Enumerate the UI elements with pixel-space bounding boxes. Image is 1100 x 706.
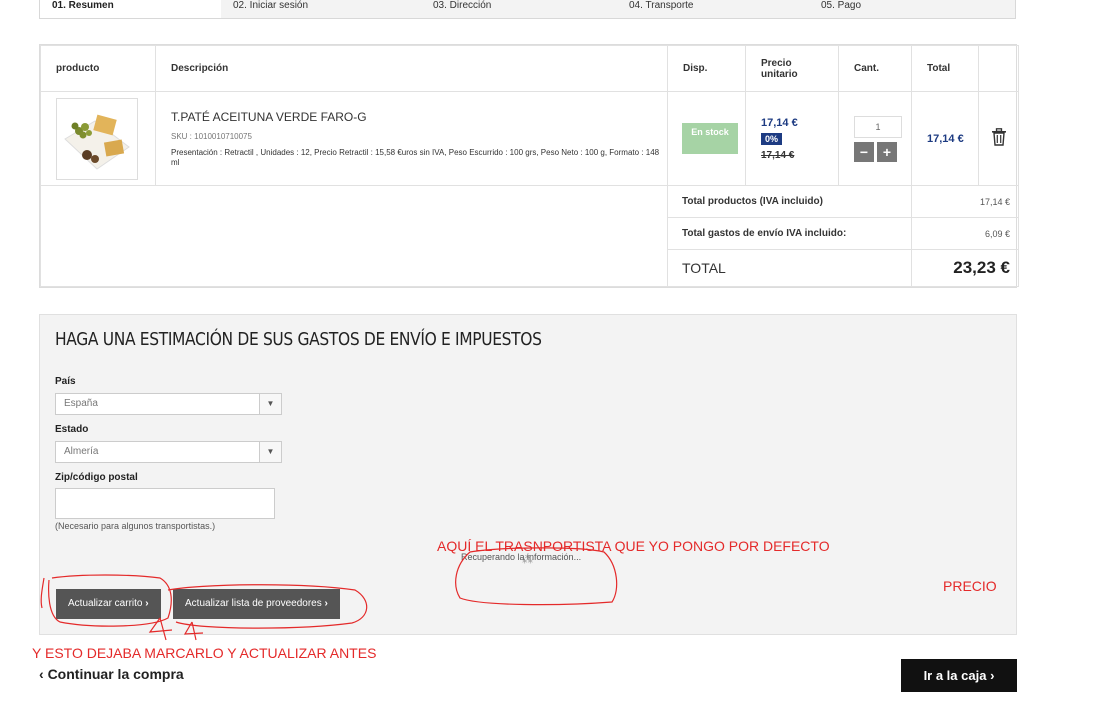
cart-item-row: T.PATÉ ACEITUNA VERDE FARO-G SKU : 10100… <box>40 91 1019 186</box>
update-carriers-label: Actualizar lista de proveedores <box>185 598 322 609</box>
cart-header-row: producto Descripción Disp. Precio unitar… <box>40 45 1019 92</box>
discount-badge: 0% <box>761 132 783 145</box>
product-image[interactable] <box>56 97 138 180</box>
checkout-steps: 01. Resumen 02. Iniciar sesión 03. Direc… <box>39 0 1016 19</box>
checkout-label: Ir a la caja <box>923 668 987 683</box>
chevron-left-icon: ‹ <box>39 666 48 682</box>
product-photo-icon <box>57 98 137 179</box>
summary-products-row: Total productos (IVA incluido) 17,14 € <box>40 185 1019 287</box>
country-select-value: España <box>64 398 98 409</box>
header-availability: Disp. <box>667 45 746 92</box>
annotation-carrier-note: AQUÍ EL TRASNPORTISTA QUE YO PONGO POR D… <box>437 538 830 554</box>
step-shipping[interactable]: 04. Transporte <box>617 0 809 18</box>
step-login[interactable]: 02. Iniciar sesión <box>221 0 421 18</box>
chevron-down-icon: ▼ <box>259 442 281 462</box>
old-price: 17,14 € <box>761 149 795 161</box>
annotation-price-note: PRECIO <box>943 578 997 594</box>
state-select-value: Almería <box>64 446 99 457</box>
quantity-input[interactable]: 1 <box>854 115 902 138</box>
chevron-right-icon: › <box>324 598 328 609</box>
chevron-down-icon: ▼ <box>259 394 281 414</box>
continue-shopping-link[interactable]: ‹ Continuar la compra <box>39 666 184 682</box>
checkout-button[interactable]: Ir a la caja › <box>901 659 1017 692</box>
header-empty <box>978 45 1019 92</box>
zip-hint: (Necesario para algunos transportistas.) <box>55 521 216 531</box>
state-select[interactable]: Almería ▼ <box>55 441 282 463</box>
continue-shopping-label: Continuar la compra <box>47 666 184 682</box>
cart-table: producto Descripción Disp. Precio unitar… <box>39 44 1019 288</box>
quantity-increase-button[interactable]: + <box>877 141 897 162</box>
product-attributes: Presentación : Retractil , Unidades : 12… <box>171 147 660 167</box>
country-select[interactable]: España ▼ <box>55 393 282 415</box>
header-unit-price: Precio unitario <box>745 45 839 92</box>
grand-total-label: TOTAL <box>667 249 912 287</box>
trash-icon[interactable] <box>991 128 1007 146</box>
unit-price: 17,14 € <box>761 116 798 129</box>
shipping-estimate-panel: HAGA UNA ESTIMACIÓN DE SUS GASTOS DE ENV… <box>39 314 1017 635</box>
grand-total-value: 23,23 € <box>911 249 1019 287</box>
product-sku: SKU : 1010010710075 <box>171 131 252 141</box>
chevron-right-icon: › <box>990 668 995 683</box>
zip-label: Zip/código postal <box>55 472 138 483</box>
zip-input[interactable] <box>55 488 275 519</box>
line-total: 17,14 € <box>911 91 979 186</box>
update-carriers-button[interactable]: Actualizar lista de proveedores › <box>173 589 340 619</box>
header-product: producto <box>40 45 156 92</box>
header-qty: Cant. <box>838 45 912 92</box>
annotation-mark-note: Y ESTO DEJABA MARCARLO Y ACTUALIZAR ANTE… <box>32 645 377 661</box>
quantity-decrease-button[interactable]: − <box>854 141 874 162</box>
stock-badge: En stock <box>682 123 738 154</box>
update-cart-button[interactable]: Actualizar carrito › <box>56 589 161 619</box>
update-cart-label: Actualizar carrito <box>68 598 143 609</box>
shipping-total-label: Total gastos de envío IVA incluido: <box>667 217 912 250</box>
step-payment[interactable]: 05. Pago <box>809 0 1015 18</box>
header-description: Descripción <box>155 45 668 92</box>
country-label: País <box>55 376 76 387</box>
header-total: Total <box>911 45 979 92</box>
shipping-total-value: 6,09 € <box>911 217 1019 250</box>
product-name[interactable]: T.PATÉ ACEITUNA VERDE FARO-G <box>171 110 667 124</box>
step-summary[interactable]: 01. Resumen <box>40 0 221 18</box>
estimate-title: HAGA UNA ESTIMACIÓN DE SUS GASTOS DE ENV… <box>55 329 542 350</box>
products-total-label: Total productos (IVA incluido) <box>667 185 912 218</box>
chevron-right-icon: › <box>145 598 149 609</box>
state-label: Estado <box>55 424 89 435</box>
step-address[interactable]: 03. Dirección <box>421 0 617 18</box>
products-total-value: 17,14 € <box>911 185 1019 218</box>
